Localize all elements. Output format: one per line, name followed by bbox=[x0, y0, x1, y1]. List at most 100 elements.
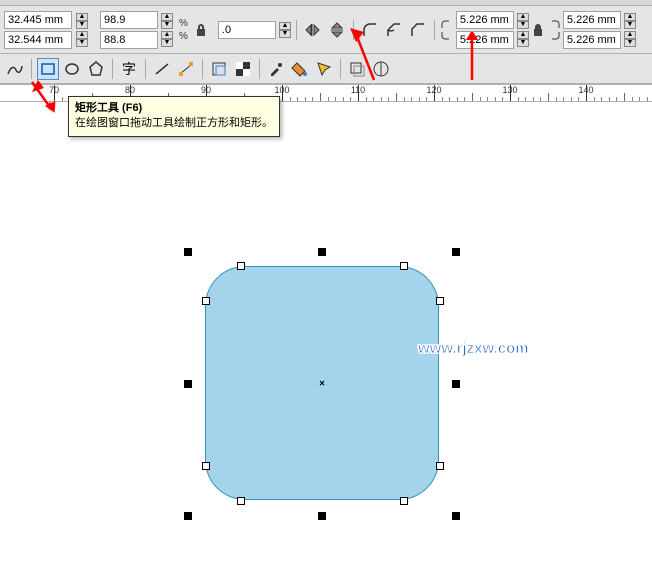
selection-handle-ml[interactable] bbox=[184, 380, 192, 388]
pattern-fill-tool[interactable] bbox=[232, 58, 254, 80]
selection-handle-tm[interactable] bbox=[318, 248, 326, 256]
position-stack bbox=[4, 11, 72, 49]
effect-tool-2[interactable] bbox=[370, 58, 392, 80]
fill-tool[interactable] bbox=[289, 58, 311, 80]
rotation-spin: ▲▼ bbox=[279, 22, 291, 38]
percent-label: % bbox=[179, 18, 188, 29]
x-down[interactable]: ▼ bbox=[76, 21, 88, 29]
object-y-input[interactable] bbox=[4, 31, 72, 49]
property-bar: ▲▼ ▲▼ ▲▼ ▲▼ % % ▲▼ bbox=[0, 6, 652, 54]
polygon-tool[interactable] bbox=[85, 58, 107, 80]
separator bbox=[202, 59, 203, 79]
selection-handle-bl[interactable] bbox=[184, 512, 192, 520]
corner-br-icon bbox=[547, 31, 561, 41]
separator bbox=[296, 20, 297, 40]
ctr-up[interactable]: ▲ bbox=[624, 13, 636, 21]
selection-handle-br[interactable] bbox=[452, 512, 460, 520]
spin-col-2: ▲▼ ▲▼ bbox=[160, 13, 173, 47]
crop-tool[interactable] bbox=[208, 58, 230, 80]
scale-stack bbox=[100, 11, 158, 49]
separator bbox=[340, 59, 341, 79]
corner-br-input[interactable] bbox=[563, 31, 621, 49]
shape-node[interactable] bbox=[237, 262, 245, 270]
shape-node[interactable] bbox=[436, 297, 444, 305]
selection-handle-tr[interactable] bbox=[452, 248, 460, 256]
sy-down[interactable]: ▼ bbox=[161, 39, 173, 47]
corner-lock-button[interactable] bbox=[531, 23, 545, 37]
ruler-label: 100 bbox=[274, 85, 289, 95]
ellipse-tool[interactable] bbox=[61, 58, 83, 80]
ctr-down[interactable]: ▼ bbox=[624, 21, 636, 29]
ctl-up[interactable]: ▲ bbox=[517, 13, 529, 21]
effect-tool-1[interactable] bbox=[346, 58, 368, 80]
mirror-vertical-button[interactable] bbox=[326, 19, 348, 41]
ruler-label: 80 bbox=[125, 85, 135, 95]
object-x-input[interactable] bbox=[4, 11, 72, 29]
spin-col-1: ▲▼ ▲▼ bbox=[75, 13, 88, 47]
toolbox-row: 字 bbox=[0, 54, 652, 84]
corner-tl-icon bbox=[440, 19, 454, 29]
shape-node[interactable] bbox=[202, 462, 210, 470]
rotation-input[interactable] bbox=[218, 21, 276, 39]
outline-tool[interactable] bbox=[313, 58, 335, 80]
ruler-label: 130 bbox=[502, 85, 517, 95]
cbr-up[interactable]: ▲ bbox=[624, 31, 636, 39]
round-corner-button[interactable] bbox=[359, 19, 381, 41]
ruler-label: 140 bbox=[578, 85, 593, 95]
cbl-down[interactable]: ▼ bbox=[517, 39, 529, 47]
separator bbox=[353, 20, 354, 40]
scale-y-input[interactable] bbox=[100, 31, 158, 49]
scale-x-input[interactable] bbox=[100, 11, 158, 29]
scallop-corner-button[interactable] bbox=[383, 19, 405, 41]
shape-node[interactable] bbox=[237, 497, 245, 505]
cbl-up[interactable]: ▲ bbox=[517, 31, 529, 39]
x-up[interactable]: ▲ bbox=[76, 13, 88, 21]
object-center-marker: × bbox=[319, 379, 325, 390]
shape-node[interactable] bbox=[202, 297, 210, 305]
text-tool[interactable]: 字 bbox=[118, 58, 140, 80]
separator bbox=[31, 59, 32, 79]
corner-tr-icon bbox=[547, 19, 561, 29]
separator bbox=[434, 20, 435, 40]
shape-node[interactable] bbox=[400, 262, 408, 270]
sx-up[interactable]: ▲ bbox=[161, 13, 173, 21]
corner-tl-input[interactable] bbox=[456, 11, 514, 29]
selection-handle-tl[interactable] bbox=[184, 248, 192, 256]
rot-up[interactable]: ▲ bbox=[279, 22, 291, 30]
corner-bl-icon bbox=[440, 31, 454, 41]
rot-down[interactable]: ▼ bbox=[279, 30, 291, 38]
percent-label-2: % bbox=[179, 31, 188, 42]
tooltip-desc: 在绘图窗口拖动工具绘制正方形和矩形。 bbox=[75, 116, 273, 131]
ruler-label: 110 bbox=[351, 85, 365, 95]
eyedropper-tool[interactable] bbox=[265, 58, 287, 80]
shape-node[interactable] bbox=[400, 497, 408, 505]
sx-down[interactable]: ▼ bbox=[161, 21, 173, 29]
corner-tr-input[interactable] bbox=[563, 11, 621, 29]
drawing-canvas[interactable]: 矩形工具 (F6) 在绘图窗口拖动工具绘制正方形和矩形。 × www.rjzxw… bbox=[0, 102, 652, 563]
ruler-label: 70 bbox=[49, 85, 59, 95]
mirror-horizontal-button[interactable] bbox=[302, 19, 324, 41]
y-down[interactable]: ▼ bbox=[76, 39, 88, 47]
chamfer-corner-button[interactable] bbox=[407, 19, 429, 41]
lock-ratio-button[interactable] bbox=[194, 23, 208, 37]
separator bbox=[112, 59, 113, 79]
selection-handle-mr[interactable] bbox=[452, 380, 460, 388]
ruler-label: 120 bbox=[426, 85, 441, 95]
ctl-down[interactable]: ▼ bbox=[517, 21, 529, 29]
separator bbox=[145, 59, 146, 79]
y-up[interactable]: ▲ bbox=[76, 31, 88, 39]
line-tool[interactable] bbox=[151, 58, 173, 80]
rectangle-tool[interactable] bbox=[37, 58, 59, 80]
separator bbox=[259, 59, 260, 79]
freehand-tool[interactable] bbox=[4, 58, 26, 80]
selection-handle-bm[interactable] bbox=[318, 512, 326, 520]
cbr-down[interactable]: ▼ bbox=[624, 39, 636, 47]
watermark-text: www.rjzxw.com bbox=[418, 340, 529, 357]
corner-right-group: ▲▼ ▲▼ bbox=[547, 11, 636, 49]
sy-up[interactable]: ▲ bbox=[161, 31, 173, 39]
shape-node[interactable] bbox=[436, 462, 444, 470]
percent-labels: % % bbox=[177, 18, 188, 42]
bezier-tool[interactable] bbox=[175, 58, 197, 80]
corner-bl-input[interactable] bbox=[456, 31, 514, 49]
ruler-label: 90 bbox=[201, 85, 211, 95]
